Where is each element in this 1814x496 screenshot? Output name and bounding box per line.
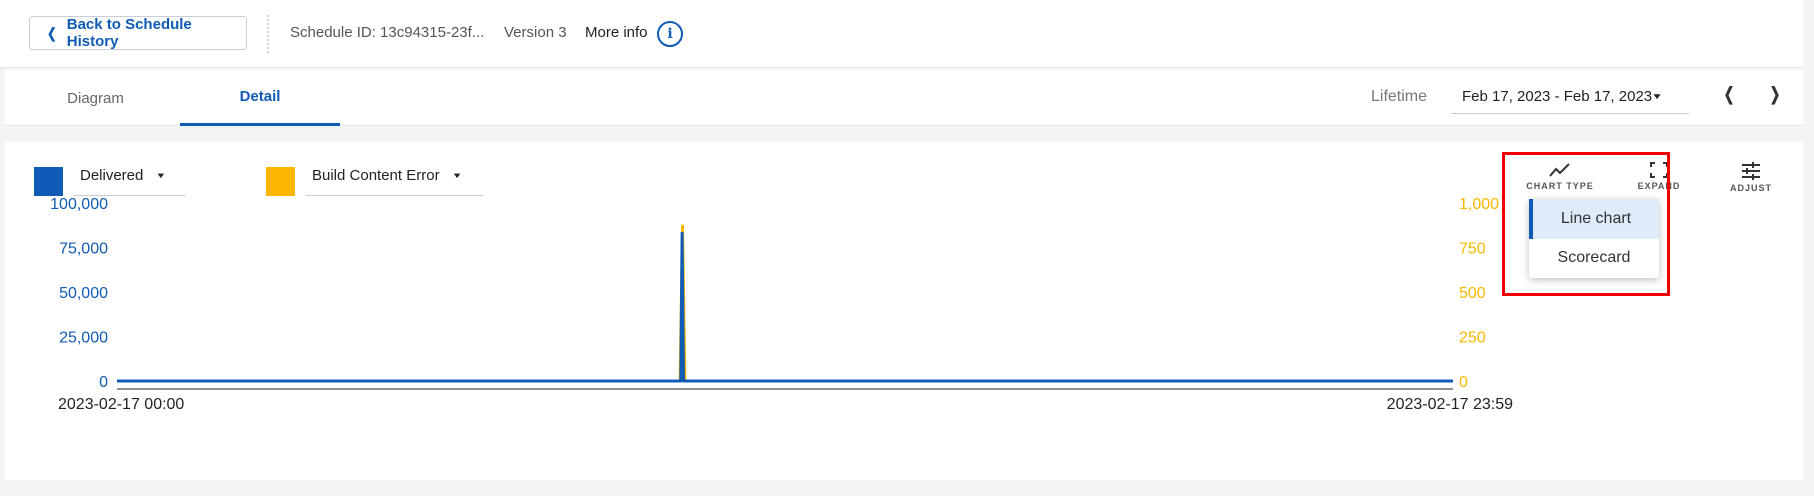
left-axis-tick-label: 100,000 <box>50 196 108 213</box>
build-content-error-color-swatch <box>266 167 295 196</box>
chevron-left-icon: ❮ <box>47 24 57 41</box>
right-axis-tick-label: 750 <box>1459 241 1486 258</box>
left-axis-tick-label: 50,000 <box>59 285 108 302</box>
more-info-link[interactable]: More info <box>585 24 648 41</box>
delivered-color-swatch <box>34 167 63 196</box>
right-axis-tick-label: 250 <box>1459 330 1486 347</box>
chart-type-menu: Line chart Scorecard <box>1529 199 1659 278</box>
left-axis-tick-label: 0 <box>99 374 108 391</box>
right-axis-tick-label: 500 <box>1459 285 1486 302</box>
series-line-build-content-error <box>117 224 1453 383</box>
date-range-value: Feb 17, 2023 - Feb 17, 2023 <box>1462 88 1653 105</box>
right-axis-tick-label: 0 <box>1459 374 1468 391</box>
back-button-label: Back to Schedule History <box>66 16 192 50</box>
tab-detail[interactable]: Detail <box>180 70 340 126</box>
page-header: ❮ Back to Schedule History Schedule ID: … <box>0 0 1803 68</box>
series2-metric-select[interactable]: Build Content Error ▼ <box>306 156 483 196</box>
left-axis-tick-label: 25,000 <box>59 330 108 347</box>
left-axis-tick-label: 75,000 <box>59 241 108 258</box>
series1-metric-label: Delivered <box>80 167 144 184</box>
series1-metric-select[interactable]: Delivered ▼ <box>74 156 186 196</box>
tab-bar: Diagram Detail Lifetime Feb 17, 2023 - F… <box>5 70 1803 126</box>
series-line-delivered <box>117 231 1453 383</box>
back-to-schedule-history-button[interactable]: ❮ Back to Schedule History <box>29 16 247 50</box>
series2-metric-label: Build Content Error <box>312 167 440 184</box>
menu-item-line-chart[interactable]: Line chart <box>1529 199 1659 239</box>
menu-item-scorecard[interactable]: Scorecard <box>1529 238 1659 278</box>
chevron-down-icon: ▼ <box>1651 91 1663 101</box>
info-icon[interactable]: i <box>657 21 683 47</box>
x-axis-start-label: 2023-02-17 00:00 <box>58 396 184 413</box>
lifetime-label: Lifetime <box>1371 88 1428 105</box>
date-range-select[interactable]: Feb 17, 2023 - Feb 17, 2023 ▼ <box>1451 80 1689 114</box>
schedule-id: Schedule ID: 13c94315-23f... <box>290 24 485 41</box>
version-label: Version 3 <box>504 24 567 41</box>
chevron-down-icon: ▼ <box>155 171 167 180</box>
x-axis-end-label: 2023-02-17 23:59 <box>1387 396 1513 413</box>
adjust-button[interactable]: ADJUST <box>1711 162 1791 193</box>
right-axis-tick-label: 1,000 <box>1459 196 1499 213</box>
adjust-label: ADJUST <box>1729 183 1772 193</box>
previous-range-button[interactable]: ❮ <box>1722 84 1736 105</box>
header-divider <box>267 15 269 53</box>
next-range-button[interactable]: ❯ <box>1768 84 1782 105</box>
chevron-down-icon: ▼ <box>451 171 463 180</box>
sliders-icon <box>1742 162 1760 180</box>
chart-card: 0 25,000 50,000 75,000 100,000 0 250 500 750 1,00… <box>5 142 1803 480</box>
tab-diagram[interactable]: Diagram <box>28 70 163 126</box>
